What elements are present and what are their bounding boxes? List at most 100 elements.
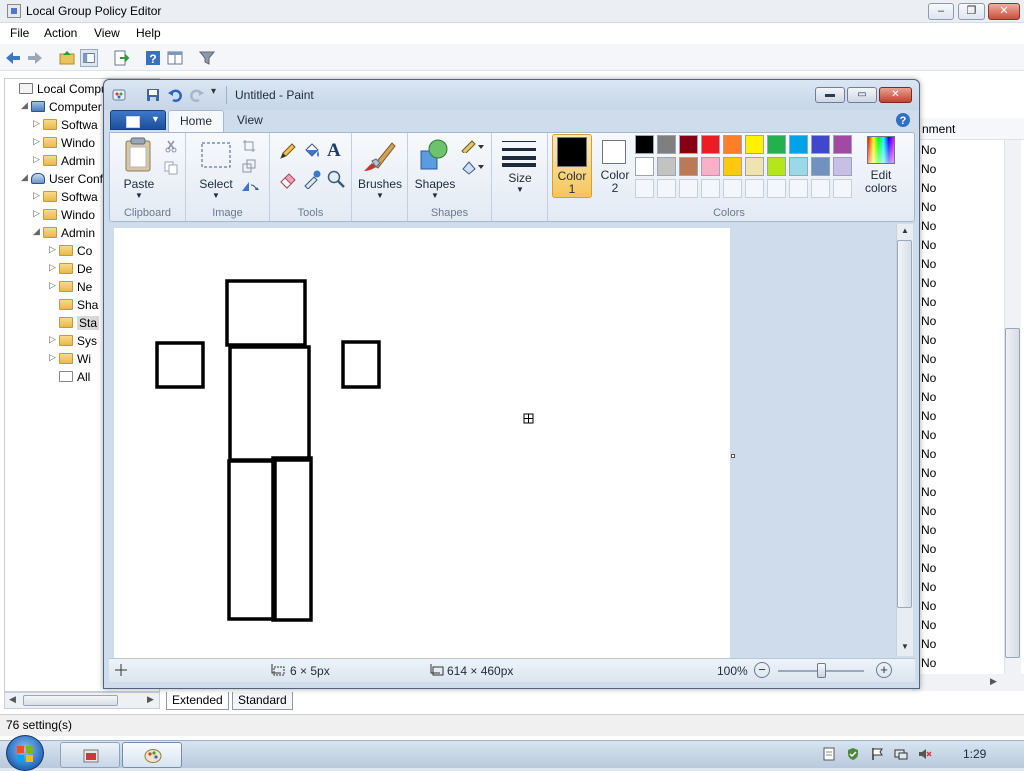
setting-value-cell[interactable]: No xyxy=(921,219,936,233)
palette-swatch[interactable] xyxy=(657,135,676,154)
setting-value-cell[interactable]: No xyxy=(921,485,936,499)
setting-value-cell[interactable]: No xyxy=(921,466,936,480)
fill-icon[interactable] xyxy=(460,159,486,175)
setting-value-cell[interactable]: No xyxy=(921,542,936,556)
export-list-icon[interactable] xyxy=(112,49,130,67)
setting-value-cell[interactable]: No xyxy=(921,295,936,309)
scroll-down-arrow-icon[interactable]: ▼ xyxy=(901,642,909,651)
tree-collapsed-arrow-icon[interactable]: ▷ xyxy=(49,352,56,363)
redo-icon[interactable] xyxy=(190,88,204,102)
palette-empty-swatch[interactable] xyxy=(789,179,808,198)
palette-swatch[interactable] xyxy=(789,135,808,154)
cut-icon[interactable] xyxy=(164,139,178,153)
palette-swatch[interactable] xyxy=(657,157,676,176)
zoom-in-button[interactable]: + xyxy=(876,662,892,678)
tab-standard[interactable]: Standard xyxy=(232,692,293,710)
palette-swatch[interactable] xyxy=(811,157,830,176)
palette-swatch[interactable] xyxy=(723,157,742,176)
menu-action[interactable]: Action xyxy=(44,26,77,40)
brushes-icon[interactable] xyxy=(362,137,398,173)
color-picker-icon[interactable] xyxy=(302,169,322,189)
menu-help[interactable]: Help xyxy=(136,26,161,40)
help-icon[interactable]: ? xyxy=(144,49,162,67)
gp-tree-horizontal-scrollbar[interactable]: ◀ ▶ xyxy=(4,692,160,709)
shapes-button-label[interactable]: Shapes xyxy=(410,177,460,191)
setting-value-cell[interactable]: No xyxy=(921,371,936,385)
outline-icon[interactable] xyxy=(460,139,486,153)
up-folder-icon[interactable] xyxy=(58,49,76,67)
palette-swatch[interactable] xyxy=(723,135,742,154)
palette-swatch[interactable] xyxy=(811,135,830,154)
setting-value-cell[interactable]: No xyxy=(921,143,936,157)
palette-swatch[interactable] xyxy=(635,157,654,176)
palette-swatch[interactable] xyxy=(701,135,720,154)
setting-value-cell[interactable]: No xyxy=(921,333,936,347)
setting-value-cell[interactable]: No xyxy=(921,618,936,632)
setting-value-cell[interactable]: No xyxy=(921,238,936,252)
brushes-button-label[interactable]: Brushes xyxy=(352,177,408,191)
palette-swatch[interactable] xyxy=(767,135,786,154)
tree-collapsed-arrow-icon[interactable]: ▷ xyxy=(49,334,56,345)
filter-icon[interactable] xyxy=(198,49,216,67)
ribbon-help-icon[interactable]: ? xyxy=(895,112,911,128)
pencil-icon[interactable] xyxy=(278,141,298,161)
menu-file[interactable]: File xyxy=(10,26,29,40)
scroll-right-arrow-icon[interactable]: ▶ xyxy=(147,694,154,705)
size-dropdown-icon[interactable]: ▼ xyxy=(492,185,548,194)
palette-swatch[interactable] xyxy=(767,157,786,176)
color2-button[interactable]: Color 2 xyxy=(596,134,634,198)
setting-value-cell[interactable]: No xyxy=(921,352,936,366)
brushes-dropdown-icon[interactable]: ▼ xyxy=(352,191,408,200)
shapes-icon[interactable] xyxy=(418,137,450,173)
gp-restore-button[interactable]: ❐ xyxy=(958,3,985,20)
zoom-slider-thumb[interactable] xyxy=(817,663,826,678)
palette-swatch[interactable] xyxy=(833,157,852,176)
setting-value-cell[interactable]: No xyxy=(921,656,936,670)
canvas-scroll-thumb[interactable] xyxy=(897,240,912,608)
setting-value-cell[interactable]: No xyxy=(921,447,936,461)
paint-close-button[interactable]: ✕ xyxy=(879,87,912,103)
show-hide-tree-icon[interactable] xyxy=(80,49,98,67)
tab-home[interactable]: Home xyxy=(168,110,225,132)
canvas-resize-handle[interactable] xyxy=(731,454,735,458)
tab-view[interactable]: View xyxy=(226,110,274,132)
edit-colors-button[interactable]: Edit colors xyxy=(856,134,906,198)
palette-empty-swatch[interactable] xyxy=(701,179,720,198)
setting-value-cell[interactable]: No xyxy=(921,257,936,271)
network-icon[interactable] xyxy=(894,747,908,761)
setting-value-cell[interactable]: No xyxy=(921,409,936,423)
select-button-label[interactable]: Select xyxy=(194,177,238,191)
drawing-canvas[interactable] xyxy=(114,228,730,658)
tree-collapsed-arrow-icon[interactable]: ▷ xyxy=(33,154,40,165)
scroll-left-arrow-icon[interactable]: ◀ xyxy=(9,694,16,705)
copy-icon[interactable] xyxy=(164,161,178,175)
color1-button[interactable]: Color 1 xyxy=(552,134,592,198)
tree-collapsed-arrow-icon[interactable]: ▷ xyxy=(49,262,56,273)
tree-expanded-arrow-icon[interactable]: ◢ xyxy=(33,226,40,237)
security-shield-icon[interactable] xyxy=(846,747,860,761)
select-icon[interactable] xyxy=(200,141,232,169)
tree-collapsed-arrow-icon[interactable]: ▷ xyxy=(49,244,56,255)
paint-restore-button[interactable]: ▭ xyxy=(847,87,877,103)
action-center-icon[interactable] xyxy=(822,747,836,761)
setting-value-cell[interactable]: No xyxy=(921,200,936,214)
palette-empty-swatch[interactable] xyxy=(635,179,654,198)
palette-empty-swatch[interactable] xyxy=(767,179,786,198)
fill-bucket-icon[interactable] xyxy=(302,141,322,161)
gp-list-horizontal-scrollbar[interactable]: ▶ xyxy=(912,674,1024,691)
palette-empty-swatch[interactable] xyxy=(811,179,830,198)
palette-swatch[interactable] xyxy=(635,135,654,154)
back-arrow-icon[interactable] xyxy=(4,49,22,67)
scroll-thumb[interactable] xyxy=(23,695,118,706)
setting-value-cell[interactable]: No xyxy=(921,561,936,575)
eraser-icon[interactable] xyxy=(278,169,298,189)
palette-empty-swatch[interactable] xyxy=(745,179,764,198)
palette-empty-swatch[interactable] xyxy=(833,179,852,198)
palette-empty-swatch[interactable] xyxy=(657,179,676,198)
palette-swatch[interactable] xyxy=(789,157,808,176)
magnifier-icon[interactable] xyxy=(326,169,346,189)
paint-app-icon[interactable] xyxy=(112,88,126,102)
setting-value-cell[interactable]: No xyxy=(921,599,936,613)
paste-icon[interactable] xyxy=(123,137,153,173)
select-dropdown-icon[interactable]: ▼ xyxy=(194,191,238,200)
